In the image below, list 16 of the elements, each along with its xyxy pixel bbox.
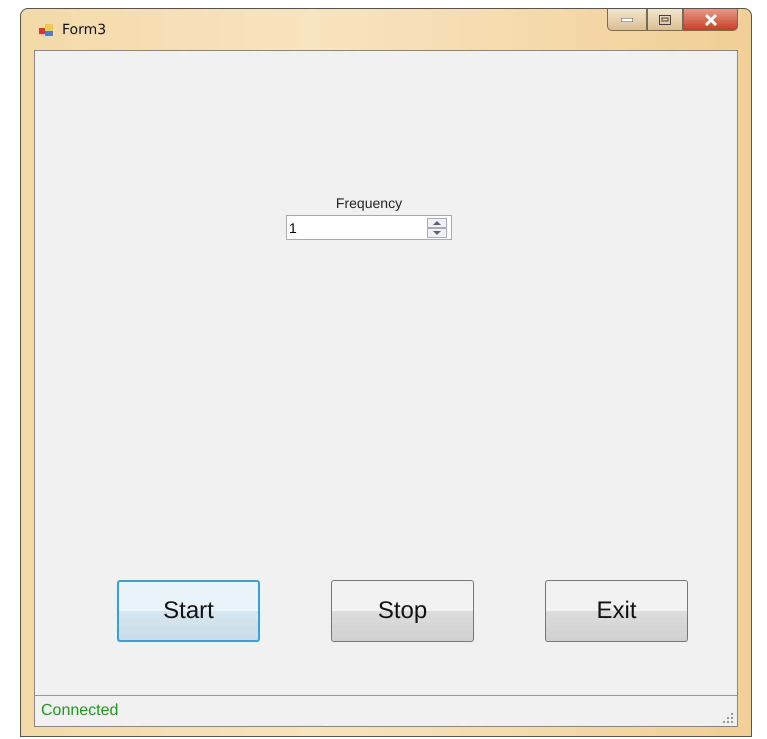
spinner-arrows-icon[interactable] (427, 218, 447, 238)
maximize-icon (659, 14, 671, 24)
close-icon (704, 14, 718, 26)
close-button[interactable] (683, 9, 738, 31)
window-title: Form3 (62, 22, 106, 38)
resize-grip-icon[interactable] (723, 713, 733, 723)
action-button[interactable]: Start (117, 580, 260, 642)
action-button[interactable]: Exit (545, 580, 688, 642)
minimize-icon (621, 18, 633, 22)
app-icon (38, 22, 54, 38)
minimize-button[interactable] (607, 9, 647, 31)
field-label: Frequency (336, 195, 402, 211)
action-button[interactable]: Stop (331, 580, 474, 642)
status-text: Connected (41, 702, 118, 720)
number-field[interactable]: 1 (286, 215, 452, 240)
maximize-button[interactable] (647, 9, 683, 31)
